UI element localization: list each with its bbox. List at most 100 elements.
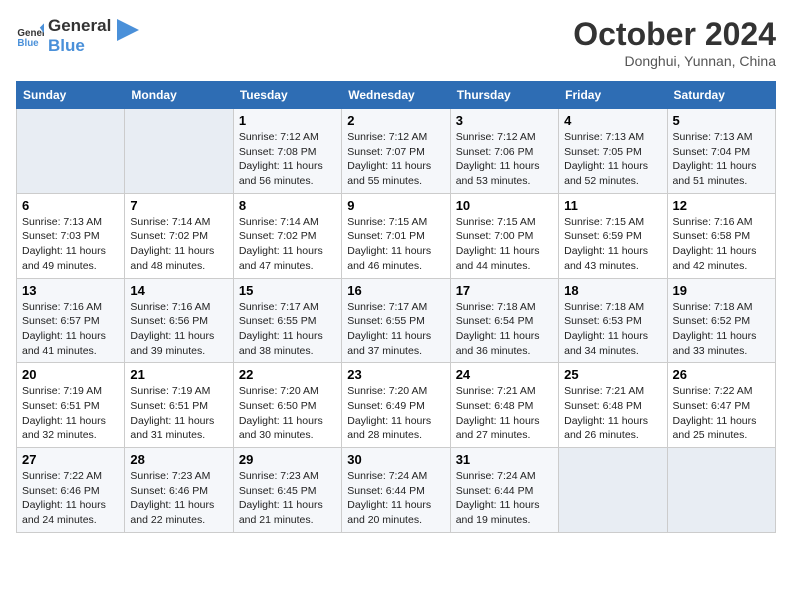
calendar-cell: 1Sunrise: 7:12 AMSunset: 7:08 PMDaylight… [233,109,341,194]
day-number: 21 [130,367,227,382]
day-number: 22 [239,367,336,382]
logo-arrow-icon [117,19,139,41]
day-detail: Sunrise: 7:18 AMSunset: 6:54 PMDaylight:… [456,300,553,359]
day-number: 9 [347,198,444,213]
day-detail: Sunrise: 7:13 AMSunset: 7:04 PMDaylight:… [673,130,770,189]
day-detail: Sunrise: 7:19 AMSunset: 6:51 PMDaylight:… [130,384,227,443]
day-detail: Sunrise: 7:15 AMSunset: 6:59 PMDaylight:… [564,215,661,274]
day-number: 7 [130,198,227,213]
calendar-cell [667,448,775,533]
day-number: 13 [22,283,119,298]
calendar-cell [125,109,233,194]
calendar-cell: 24 Sunrise: 7:21 AMSunset: 6:48 PMDayligh… [450,363,558,448]
location-subtitle: Donghui, Yunnan, China [573,53,776,69]
weekday-header-friday: Friday [559,82,667,109]
weekday-header-wednesday: Wednesday [342,82,450,109]
calendar-cell: 19 Sunrise: 7:18 AMSunset: 6:52 PMDayligh… [667,278,775,363]
calendar-cell: 9Sunrise: 7:15 AMSunset: 7:01 PMDaylight… [342,193,450,278]
day-number: 8 [239,198,336,213]
day-detail: Sunrise: 7:23 AMSunset: 6:46 PMDaylight:… [130,469,227,528]
page-header: General Blue General Blue October 2024 D… [16,16,776,69]
day-detail: Sunrise: 7:16 AMSunset: 6:56 PMDaylight:… [130,300,227,359]
logo-icon: General Blue [16,22,44,50]
day-detail: Sunrise: 7:22 AMSunset: 6:47 PMDaylight:… [673,384,770,443]
day-detail: Sunrise: 7:22 AMSunset: 6:46 PMDaylight:… [22,469,119,528]
day-detail: Sunrise: 7:24 AMSunset: 6:44 PMDaylight:… [456,469,553,528]
day-detail: Sunrise: 7:14 AMSunset: 7:02 PMDaylight:… [130,215,227,274]
calendar-cell: 3 Sunrise: 7:12 AMSunset: 7:06 PMDaylight… [450,109,558,194]
day-detail: Sunrise: 7:20 AMSunset: 6:50 PMDaylight:… [239,384,336,443]
day-number: 23 [347,367,444,382]
day-detail: Sunrise: 7:20 AMSunset: 6:49 PMDaylight:… [347,384,444,443]
calendar-cell: 29Sunrise: 7:23 AMSunset: 6:45 PMDayligh… [233,448,341,533]
logo-blue: Blue [48,36,111,56]
day-number: 15 [239,283,336,298]
day-number: 24 [456,367,553,382]
calendar-cell: 31 Sunrise: 7:24 AMSunset: 6:44 PMDayligh… [450,448,558,533]
day-detail: Sunrise: 7:21 AMSunset: 6:48 PMDaylight:… [564,384,661,443]
calendar-cell: 2 Sunrise: 7:12 AMSunset: 7:07 PMDaylight… [342,109,450,194]
calendar-cell: 17Sunrise: 7:18 AMSunset: 6:54 PMDayligh… [450,278,558,363]
calendar-cell: 30Sunrise: 7:24 AMSunset: 6:44 PMDayligh… [342,448,450,533]
calendar-cell: 13Sunrise: 7:16 AMSunset: 6:57 PMDayligh… [17,278,125,363]
day-number: 19 [673,283,770,298]
day-detail: Sunrise: 7:16 AMSunset: 6:58 PMDaylight:… [673,215,770,274]
weekday-header-sunday: Sunday [17,82,125,109]
weekday-header-row: SundayMondayTuesdayWednesdayThursdayFrid… [17,82,776,109]
day-number: 4 [564,113,661,128]
day-number: 18 [564,283,661,298]
day-number: 20 [22,367,119,382]
day-number: 12 [673,198,770,213]
calendar-cell: 5Sunrise: 7:13 AMSunset: 7:04 PMDaylight… [667,109,775,194]
calendar-cell: 11Sunrise: 7:15 AMSunset: 6:59 PMDayligh… [559,193,667,278]
calendar-cell: 7 Sunrise: 7:14 AMSunset: 7:02 PMDaylight… [125,193,233,278]
day-number: 25 [564,367,661,382]
logo: General Blue General Blue [16,16,139,57]
calendar-table: SundayMondayTuesdayWednesdayThursdayFrid… [16,81,776,533]
calendar-cell: 12 Sunrise: 7:16 AMSunset: 6:58 PMDayligh… [667,193,775,278]
day-detail: Sunrise: 7:14 AMSunset: 7:02 PMDaylight:… [239,215,336,274]
calendar-cell: 6 Sunrise: 7:13 AMSunset: 7:03 PMDaylight… [17,193,125,278]
day-detail: Sunrise: 7:21 AMSunset: 6:48 PMDaylight:… [456,384,553,443]
day-number: 14 [130,283,227,298]
calendar-cell: 22 Sunrise: 7:20 AMSunset: 6:50 PMDayligh… [233,363,341,448]
month-title: October 2024 [573,16,776,53]
calendar-cell: 27 Sunrise: 7:22 AMSunset: 6:46 PMDayligh… [17,448,125,533]
day-number: 26 [673,367,770,382]
calendar-week-4: 20 Sunrise: 7:19 AMSunset: 6:51 PMDayligh… [17,363,776,448]
weekday-header-saturday: Saturday [667,82,775,109]
weekday-header-tuesday: Tuesday [233,82,341,109]
calendar-cell: 26 Sunrise: 7:22 AMSunset: 6:47 PMDayligh… [667,363,775,448]
day-detail: Sunrise: 7:12 AMSunset: 7:06 PMDaylight:… [456,130,553,189]
calendar-cell: 16Sunrise: 7:17 AMSunset: 6:55 PMDayligh… [342,278,450,363]
day-number: 3 [456,113,553,128]
weekday-header-monday: Monday [125,82,233,109]
calendar-cell: 14 Sunrise: 7:16 AMSunset: 6:56 PMDayligh… [125,278,233,363]
calendar-week-2: 6 Sunrise: 7:13 AMSunset: 7:03 PMDaylight… [17,193,776,278]
day-detail: Sunrise: 7:15 AMSunset: 7:00 PMDaylight:… [456,215,553,274]
day-detail: Sunrise: 7:17 AMSunset: 6:55 PMDaylight:… [239,300,336,359]
day-detail: Sunrise: 7:17 AMSunset: 6:55 PMDaylight:… [347,300,444,359]
day-number: 31 [456,452,553,467]
calendar-cell: 21 Sunrise: 7:19 AMSunset: 6:51 PMDayligh… [125,363,233,448]
logo-general: General [48,16,111,36]
day-number: 6 [22,198,119,213]
calendar-cell [559,448,667,533]
calendar-cell: 20Sunrise: 7:19 AMSunset: 6:51 PMDayligh… [17,363,125,448]
day-number: 27 [22,452,119,467]
day-detail: Sunrise: 7:18 AMSunset: 6:53 PMDaylight:… [564,300,661,359]
day-number: 29 [239,452,336,467]
day-number: 30 [347,452,444,467]
calendar-cell: 15 Sunrise: 7:17 AMSunset: 6:55 PMDayligh… [233,278,341,363]
day-detail: Sunrise: 7:13 AMSunset: 7:05 PMDaylight:… [564,130,661,189]
calendar-week-1: 1Sunrise: 7:12 AMSunset: 7:08 PMDaylight… [17,109,776,194]
calendar-cell: 10Sunrise: 7:15 AMSunset: 7:00 PMDayligh… [450,193,558,278]
calendar-week-5: 27 Sunrise: 7:22 AMSunset: 6:46 PMDayligh… [17,448,776,533]
calendar-cell: 4 Sunrise: 7:13 AMSunset: 7:05 PMDaylight… [559,109,667,194]
day-detail: Sunrise: 7:18 AMSunset: 6:52 PMDaylight:… [673,300,770,359]
calendar-cell [17,109,125,194]
day-detail: Sunrise: 7:13 AMSunset: 7:03 PMDaylight:… [22,215,119,274]
day-detail: Sunrise: 7:12 AMSunset: 7:07 PMDaylight:… [347,130,444,189]
day-number: 1 [239,113,336,128]
day-number: 2 [347,113,444,128]
